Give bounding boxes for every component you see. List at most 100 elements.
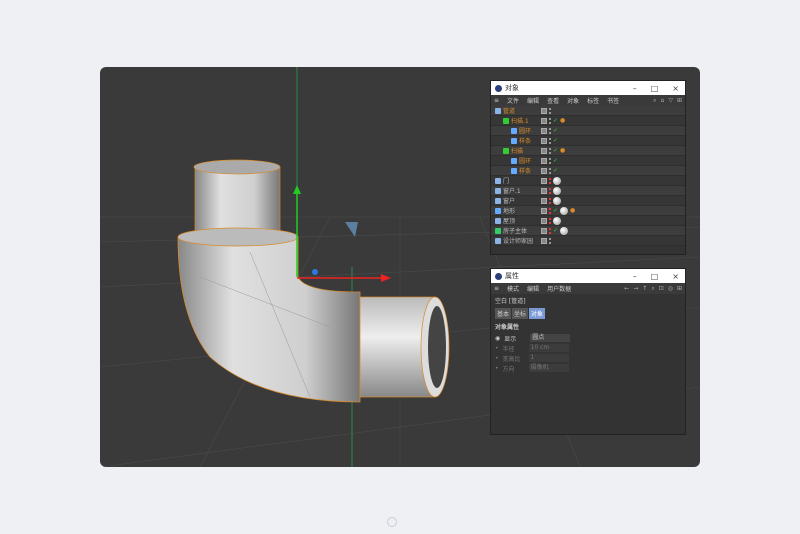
visibility-dots[interactable] <box>549 147 551 154</box>
layer-icon[interactable] <box>541 127 547 134</box>
visibility-dots[interactable] <box>549 207 551 214</box>
layer-icon[interactable] <box>541 117 547 124</box>
visibility-dots[interactable] <box>549 197 551 204</box>
material-tag-icon[interactable] <box>560 226 569 235</box>
home-icon[interactable]: ⌂ <box>661 97 665 105</box>
object-row[interactable]: 屋顶 <box>491 216 685 226</box>
arrow-left-icon[interactable]: ← <box>624 285 629 293</box>
menu-item[interactable]: 文件 <box>507 96 519 105</box>
menu-item[interactable]: 用户数据 <box>547 284 571 293</box>
menu-item[interactable]: 模式 <box>507 284 519 293</box>
close-icon[interactable]: × <box>672 272 679 281</box>
object-row[interactable]: 样条 ✓ <box>491 136 685 146</box>
tag-icon[interactable]: ● <box>560 147 565 154</box>
tag-icon[interactable]: ● <box>570 207 575 214</box>
visibility-dots[interactable] <box>549 217 551 224</box>
arrow-up-icon[interactable]: ↑ <box>642 285 647 293</box>
hamburger-icon[interactable]: ≡ <box>494 285 499 292</box>
object-row[interactable]: 样条 ✓ <box>491 166 685 176</box>
visibility-dots[interactable] <box>549 137 551 144</box>
object-row[interactable]: 扫描 ✓ ● <box>491 146 685 156</box>
arrow-right-icon[interactable]: → <box>633 285 638 293</box>
visibility-dots[interactable] <box>549 167 551 174</box>
radio-icon[interactable]: • <box>495 365 499 372</box>
visibility-dots[interactable] <box>549 107 551 114</box>
menu-item[interactable]: 标签 <box>587 96 599 105</box>
maximize-icon[interactable]: □ <box>651 272 659 281</box>
check-icon[interactable]: ✓ <box>553 127 558 134</box>
hamburger-icon[interactable]: ≡ <box>494 97 499 104</box>
visibility-dots[interactable] <box>549 227 551 234</box>
check-icon[interactable]: ✓ <box>553 147 558 154</box>
radio-icon[interactable]: • <box>495 355 499 362</box>
object-label: 空白 [管道] <box>495 298 526 305</box>
object-row[interactable]: 窗户.1 <box>491 186 685 196</box>
check-icon[interactable]: ✓ <box>553 137 558 144</box>
field-value[interactable]: 1 <box>528 354 569 362</box>
menu-item[interactable]: 对象 <box>567 96 579 105</box>
layer-icon[interactable] <box>541 187 547 194</box>
radio-icon[interactable]: ◉ <box>495 335 500 342</box>
check-icon[interactable]: ✓ <box>553 167 558 174</box>
object-row[interactable]: 管道 <box>491 106 685 116</box>
check-icon[interactable]: ✓ <box>553 157 558 164</box>
check-icon[interactable]: ✓ <box>553 227 558 234</box>
object-row[interactable]: 扫描.1 ✓ ● <box>491 116 685 126</box>
layer-icon[interactable] <box>541 177 547 184</box>
layer-icon[interactable] <box>541 167 547 174</box>
maximize-icon[interactable]: □ <box>651 84 659 93</box>
object-row[interactable]: 圆环 ✓ <box>491 126 685 136</box>
layer-icon[interactable] <box>541 207 547 214</box>
circle-icon <box>511 157 517 164</box>
menu-item[interactable]: 编辑 <box>527 284 539 293</box>
object-row[interactable]: 窗户 <box>491 196 685 206</box>
material-tag-icon[interactable] <box>553 186 561 195</box>
visibility-dots[interactable] <box>549 177 551 184</box>
tag-icon[interactable]: ● <box>560 117 565 124</box>
layer-icon[interactable] <box>541 227 547 234</box>
layer-icon[interactable] <box>541 217 547 224</box>
visibility-dots[interactable] <box>549 127 551 134</box>
visibility-dots[interactable] <box>549 157 551 164</box>
tab-0[interactable]: 基本 <box>495 308 512 319</box>
object-row[interactable]: 门 <box>491 176 685 186</box>
close-icon[interactable]: × <box>672 84 679 93</box>
target-icon[interactable]: ◎ <box>668 285 673 293</box>
layer-icon[interactable] <box>541 147 547 154</box>
object-row[interactable]: 圆环 ✓ <box>491 156 685 166</box>
object-row[interactable]: 房子主体 ✓ <box>491 226 685 236</box>
menu-item[interactable]: 书签 <box>607 96 619 105</box>
material-tag-icon[interactable] <box>553 176 561 185</box>
field-value[interactable]: 摄像机 <box>528 364 569 372</box>
material-tag-icon[interactable] <box>553 196 561 205</box>
object-row[interactable]: 地形 ✓ ● <box>491 206 685 216</box>
visibility-dots[interactable] <box>549 237 551 244</box>
menu-item[interactable]: 编辑 <box>527 96 539 105</box>
add-icon[interactable]: ⊞ <box>677 97 682 105</box>
check-icon[interactable]: ✓ <box>553 117 558 124</box>
layer-icon[interactable] <box>541 237 547 244</box>
minimize-icon[interactable]: – <box>633 272 637 281</box>
visibility-dots[interactable] <box>549 117 551 124</box>
lock-icon[interactable]: ⊡ <box>659 285 664 293</box>
layer-icon[interactable] <box>541 107 547 114</box>
field-value[interactable]: 圆点 <box>530 334 571 342</box>
radio-icon[interactable]: • <box>495 345 499 352</box>
add-icon[interactable]: ⊞ <box>677 285 682 293</box>
search-icon[interactable]: ⌕ <box>651 285 654 293</box>
layer-icon[interactable] <box>541 157 547 164</box>
check-icon[interactable]: ✓ <box>553 207 558 214</box>
filter-icon[interactable]: ▽ <box>668 97 673 105</box>
visibility-dots[interactable] <box>549 187 551 194</box>
menu-item[interactable]: 查看 <box>547 96 559 105</box>
field-value[interactable]: 10 cm <box>528 344 569 352</box>
tab-2[interactable]: 对象 <box>529 308 546 319</box>
tab-1[interactable]: 坐标 <box>512 308 529 319</box>
layer-icon[interactable] <box>541 137 547 144</box>
layer-icon[interactable] <box>541 197 547 204</box>
object-row[interactable]: 设计师家园 <box>491 236 685 246</box>
material-tag-icon[interactable] <box>560 206 569 215</box>
minimize-icon[interactable]: – <box>633 84 637 93</box>
material-tag-icon[interactable] <box>553 216 561 225</box>
search-icon[interactable]: ⌕ <box>653 97 656 105</box>
